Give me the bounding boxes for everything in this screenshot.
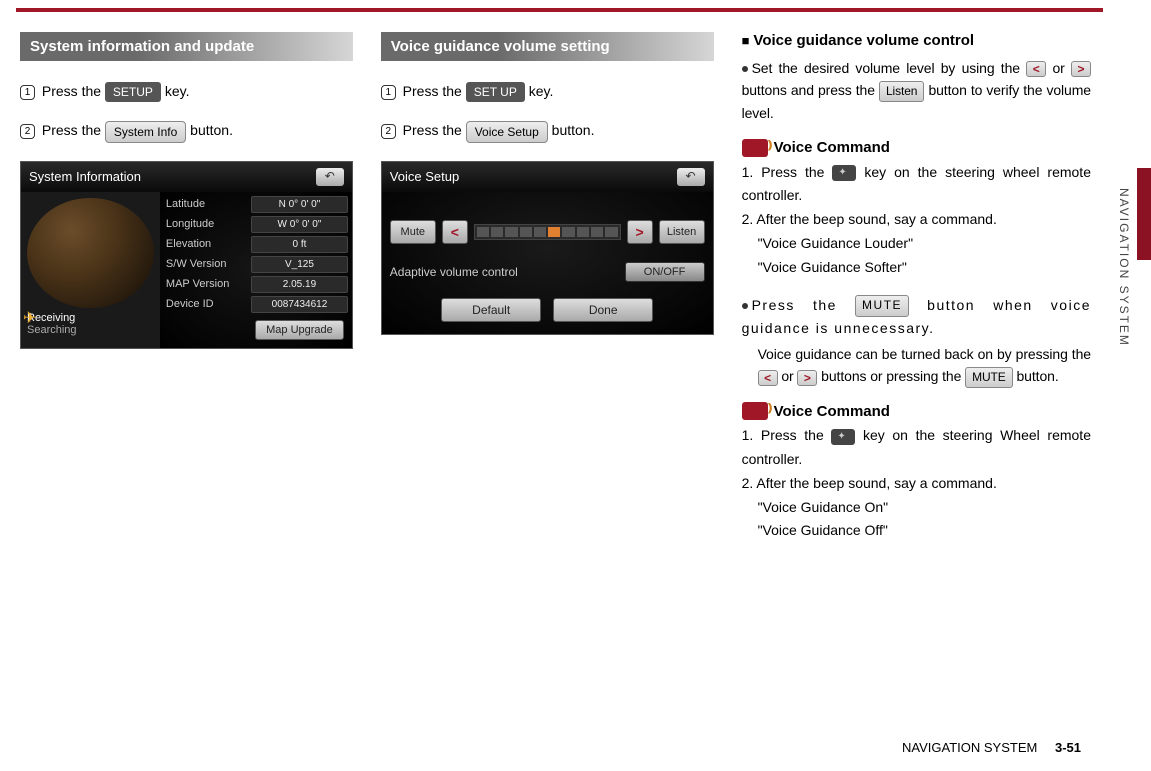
vc2-line2: 2. After the beep sound, say a command.: [742, 472, 1091, 496]
left-arrow-icon: <: [1026, 61, 1046, 77]
sysinfo-titlebar: System Information ↶: [21, 162, 352, 192]
searching-label: Searching: [27, 324, 154, 336]
volume-down-button[interactable]: <: [442, 220, 468, 244]
voice-control-heading: ■Voice guidance volume control: [742, 32, 1091, 49]
onoff-button[interactable]: ON/OFF: [625, 262, 705, 282]
setup-key: SET UP: [466, 82, 525, 102]
step-number-2: 2: [20, 124, 35, 139]
section-header-sysinfo: System information and update: [20, 32, 353, 61]
voice-command-header-1: Voice Command: [742, 139, 1091, 157]
volume-bar: [474, 224, 621, 240]
step-number-1: 1: [381, 85, 396, 100]
mute-inline-button: MUTE: [965, 367, 1013, 388]
voice-command-icon: [742, 139, 768, 157]
globe-icon: [27, 198, 154, 308]
sysinfo-step-1: 1 Press the SETUP key.: [20, 81, 353, 102]
system-info-button: System Info: [105, 121, 186, 143]
back-icon[interactable]: ↶: [316, 168, 344, 186]
step-number-1: 1: [20, 85, 35, 100]
voice-command-header-2: Voice Command: [742, 402, 1091, 420]
column-system-info: System information and update 1 Press th…: [20, 32, 353, 543]
setup-key: SETUP: [105, 82, 161, 102]
mute-paragraph-2: Voice guidance can be turned back on by …: [758, 343, 1091, 388]
receiving-label: Receiving: [27, 312, 154, 324]
side-tab-label: NAVIGATION SYSTEM: [1117, 188, 1131, 347]
back-icon[interactable]: ↶: [677, 168, 705, 186]
voice-setup-screenshot: Voice Setup ↶ Mute < > Listen Adaptive v: [381, 161, 714, 335]
voice-command-icon: [742, 402, 768, 420]
default-button[interactable]: Default: [441, 298, 541, 322]
bullet-icon: [742, 66, 748, 72]
map-upgrade-button[interactable]: Map Upgrade: [255, 320, 344, 340]
voice-setup-button: Voice Setup: [466, 121, 548, 143]
voice-step-1: 1 Press the SET UP key.: [381, 81, 714, 102]
left-arrow-icon: <: [758, 370, 778, 386]
mute-button[interactable]: Mute: [390, 220, 436, 244]
globe-pane: ✈ Receiving Searching: [21, 192, 160, 348]
column-voice-setup: Voice guidance volume setting 1 Press th…: [381, 32, 714, 543]
listen-inline-button: Listen: [879, 81, 924, 102]
volume-up-button[interactable]: >: [627, 220, 653, 244]
mute-paragraph: Press the MUTE button when voice guidanc…: [742, 294, 1091, 339]
vc2-quote1: "Voice Guidance On": [758, 496, 1091, 520]
bullet-icon: [742, 303, 748, 309]
vc2-quote2: "Voice Guidance Off": [758, 519, 1091, 543]
mic-icon: [832, 165, 856, 181]
right-arrow-icon: >: [797, 370, 817, 386]
info-pane: LatitudeN 0° 0' 0" LongitudeW 0° 0' 0" E…: [160, 192, 352, 348]
vc1-quote2: "Voice Guidance Softer": [758, 256, 1091, 280]
voice-control-p1: Set the desired volume level by using th…: [742, 57, 1091, 125]
vc1-quote1: "Voice Guidance Louder": [758, 232, 1091, 256]
volume-row: Mute < > Listen: [390, 220, 705, 244]
side-tab-accent: [1137, 168, 1151, 260]
step-number-2: 2: [381, 124, 396, 139]
voice-step-2: 2 Press the Voice Setup button.: [381, 120, 714, 142]
section-header-voice: Voice guidance volume setting: [381, 32, 714, 61]
mute-inline-button: MUTE: [855, 295, 909, 316]
system-information-screenshot: System Information ↶ ✈ Receiving Searchi…: [20, 161, 353, 349]
sysinfo-step-2: 2 Press the System Info button.: [20, 120, 353, 142]
satellite-icon: ✈: [23, 308, 36, 328]
listen-button[interactable]: Listen: [659, 220, 705, 244]
square-bullet-icon: ■: [742, 33, 750, 48]
side-tab: NAVIGATION SYSTEM: [1111, 38, 1151, 478]
voice-titlebar: Voice Setup ↶: [382, 162, 713, 192]
vc1-line2: 2. After the beep sound, say a command.: [742, 208, 1091, 232]
done-button[interactable]: Done: [553, 298, 653, 322]
page-columns: System information and update 1 Press th…: [0, 12, 1151, 543]
right-arrow-icon: >: [1071, 61, 1091, 77]
adaptive-row: Adaptive volume control ON/OFF: [390, 262, 705, 282]
column-voice-control: ■Voice guidance volume control Set the d…: [742, 32, 1091, 543]
vc1-line1: 1. Press the key on the steering wheel r…: [742, 161, 1091, 209]
mic-icon: [831, 429, 855, 445]
vc2-line1: 1. Press the key on the steering Wheel r…: [742, 424, 1091, 472]
page-number: 3-51: [1055, 740, 1081, 755]
page-footer: NAVIGATION SYSTEM 3-51: [902, 740, 1081, 755]
